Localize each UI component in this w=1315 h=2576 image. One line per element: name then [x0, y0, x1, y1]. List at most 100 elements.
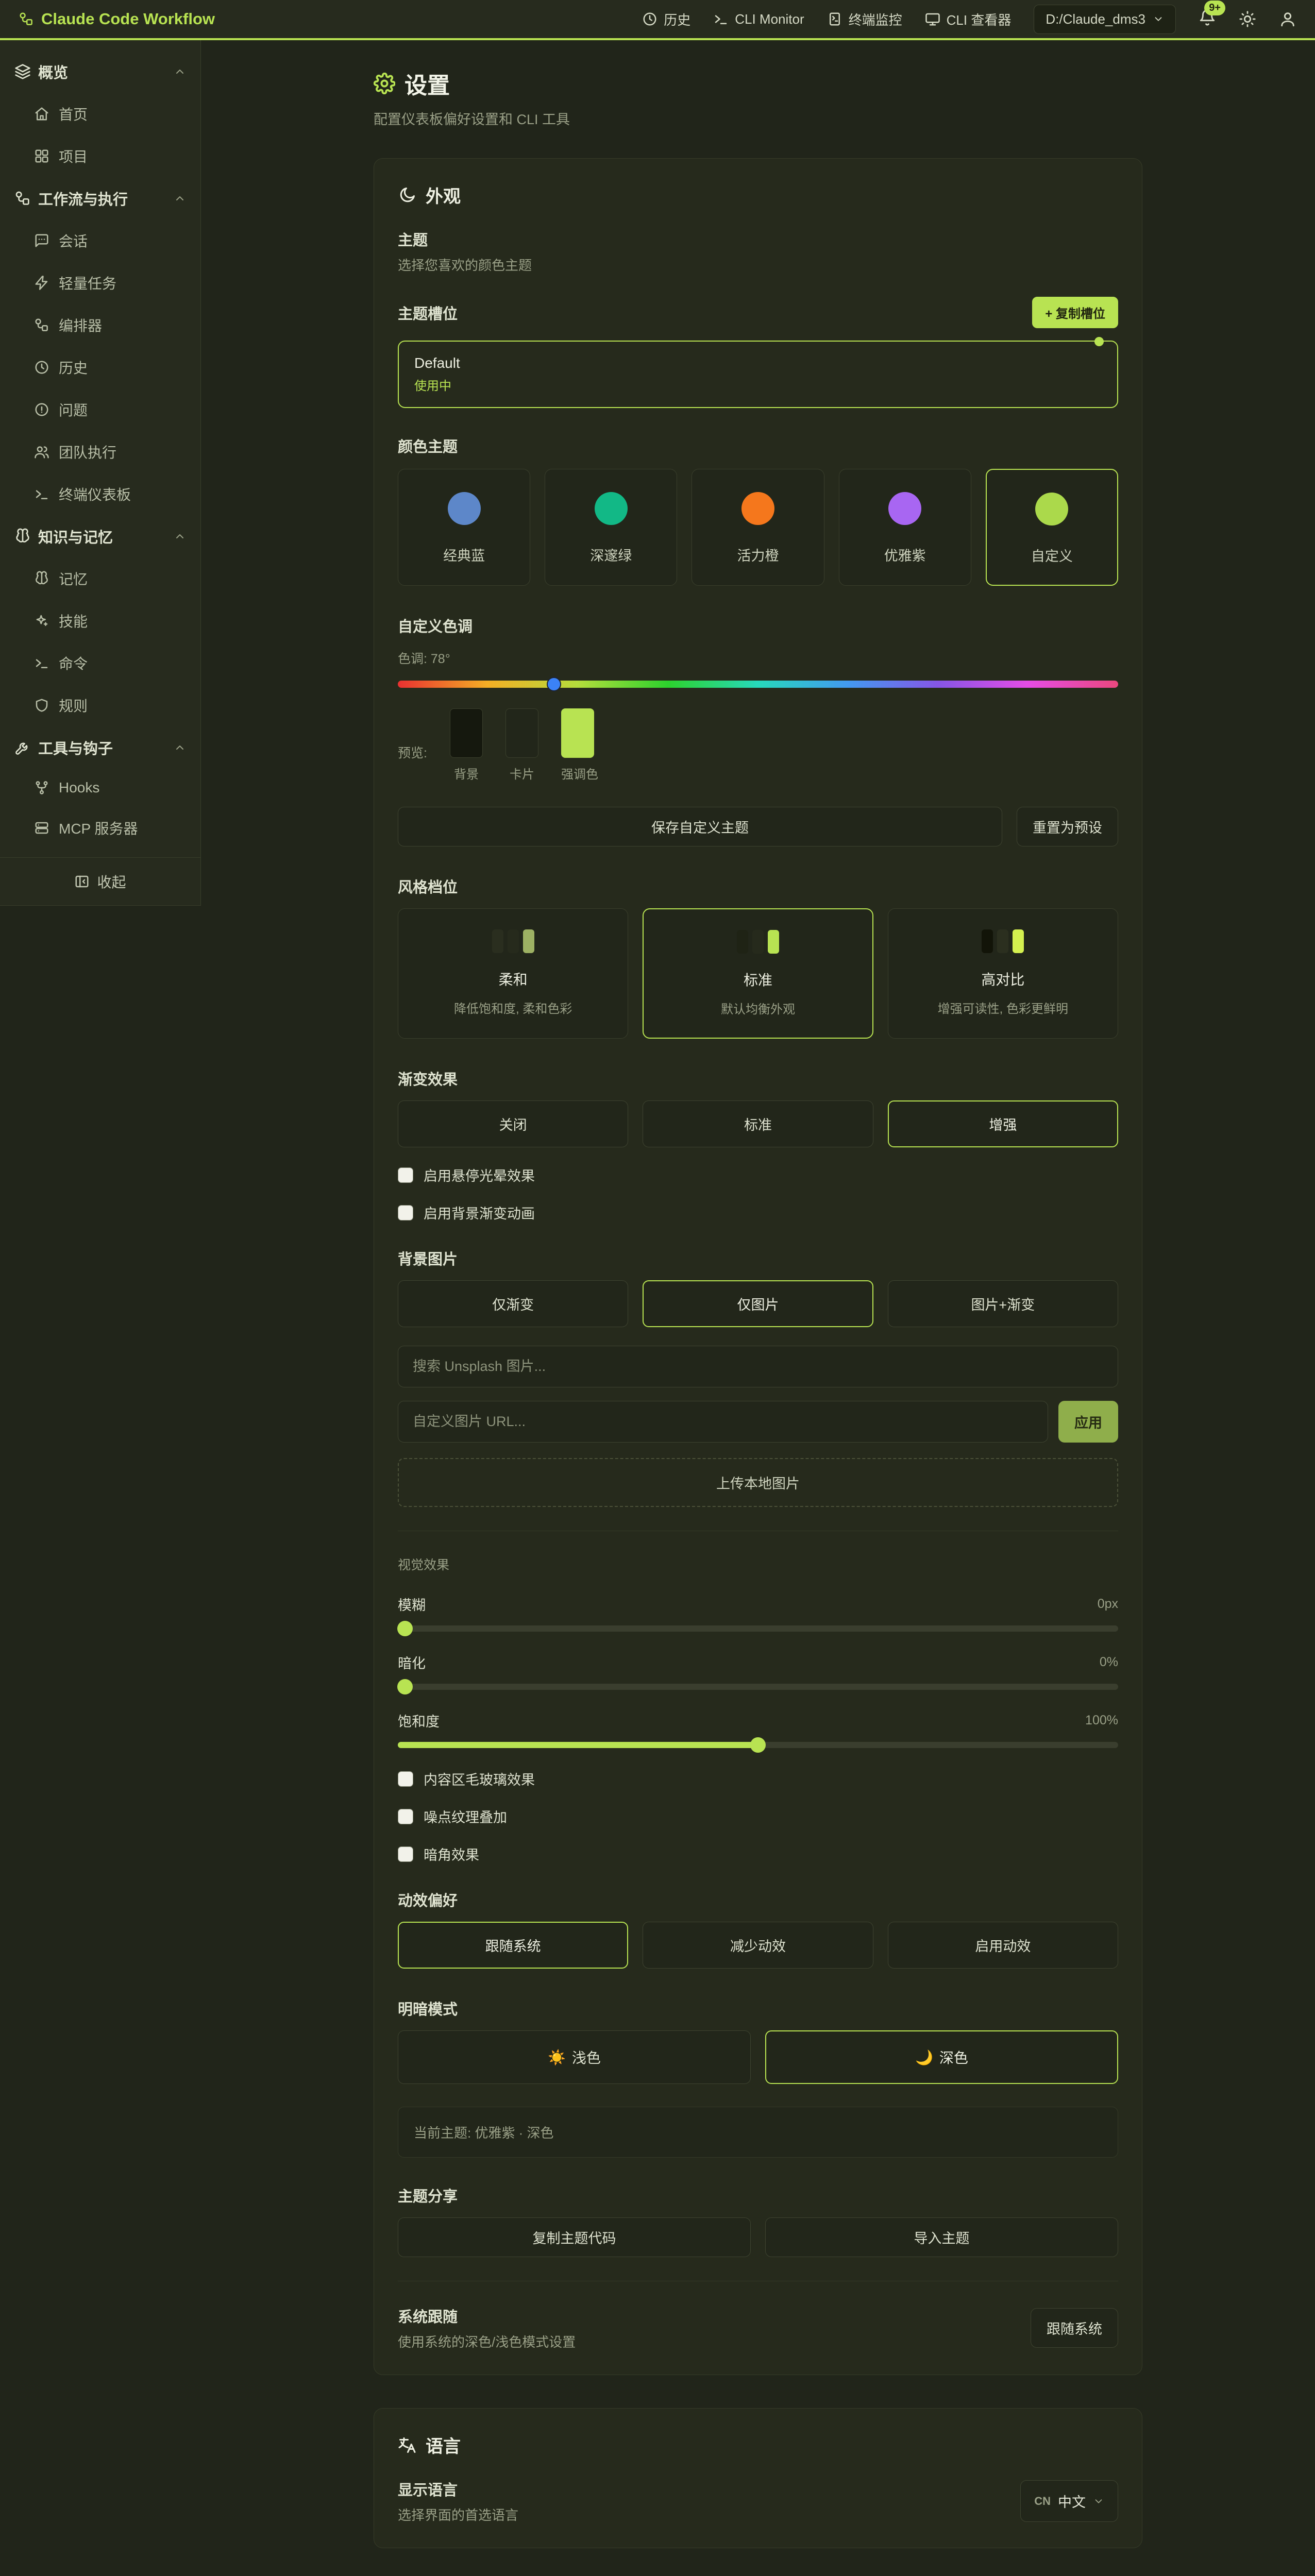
sidebar-item-orchestrator[interactable]: 编排器: [7, 304, 193, 346]
reset-preset-button[interactable]: 重置为预设: [1017, 807, 1118, 846]
app-header: Claude Code Workflow 历史 CLI Monitor 终端监控…: [0, 0, 1315, 40]
green-swatch: [595, 492, 628, 525]
sidebar-item-mcp-servers[interactable]: MCP 服务器: [7, 807, 193, 849]
sidebar-item-memory[interactable]: 记忆: [7, 557, 193, 600]
bg-animation-checkbox[interactable]: [398, 1205, 413, 1221]
chevron-down-icon: [1153, 13, 1164, 25]
sidebar-item-rules[interactable]: 规则: [7, 684, 193, 726]
page-title: 设置: [374, 67, 1142, 100]
style-standard[interactable]: 标准 默认均衡外观: [643, 908, 873, 1039]
theme-tile-deep-green[interactable]: 深邃绿: [545, 469, 677, 586]
layers-icon: [14, 63, 31, 80]
user-icon[interactable]: [1279, 10, 1296, 28]
sidebar-collapse-button[interactable]: 收起: [0, 857, 200, 905]
theme-tile-classic-blue[interactable]: 经典蓝: [398, 469, 530, 586]
home-icon: [34, 106, 49, 122]
copy-theme-code-button[interactable]: 复制主题代码: [398, 2217, 751, 2257]
sidebar-section-tools[interactable]: 工具与钩子: [7, 726, 193, 769]
vignette-checkbox-row[interactable]: 暗角效果: [398, 1844, 1118, 1864]
bg-image-only-button[interactable]: 仅图片: [643, 1280, 873, 1327]
saturation-slider[interactable]: [398, 1742, 1118, 1748]
noise-texture-checkbox[interactable]: [398, 1809, 413, 1824]
theme-tile-vibrant-orange[interactable]: 活力橙: [692, 469, 824, 586]
motion-follow-system-button[interactable]: 跟随系统: [398, 1922, 628, 1969]
terminal-icon: [34, 655, 49, 671]
unsplash-search-input[interactable]: [398, 1346, 1118, 1387]
workflow-icon: [34, 317, 49, 333]
sidebar-item-home[interactable]: 首页: [7, 93, 193, 135]
noise-texture-checkbox-row[interactable]: 噪点纹理叠加: [398, 1806, 1118, 1826]
dark-mode-button[interactable]: 🌙 深色: [765, 2030, 1118, 2084]
hover-glow-checkbox[interactable]: [398, 1167, 413, 1183]
upload-local-image-button[interactable]: 上传本地图片: [398, 1458, 1118, 1507]
users-icon: [34, 444, 49, 460]
sidebar-item-skills[interactable]: 技能: [7, 600, 193, 642]
copy-slot-button[interactable]: + 复制槽位: [1032, 297, 1118, 328]
style-soft[interactable]: 柔和 降低饱和度, 柔和色彩: [398, 908, 628, 1039]
sidebar-item-history[interactable]: 历史: [7, 346, 193, 388]
project-selector[interactable]: D:/Claude_dms3: [1034, 5, 1176, 34]
sidebar-item-team-execution[interactable]: 团队执行: [7, 431, 193, 473]
light-mode-button[interactable]: ☀️ 浅色: [398, 2030, 751, 2084]
chevron-up-icon: [174, 530, 186, 543]
hue-slider[interactable]: [398, 681, 1118, 688]
nav-cli-viewer[interactable]: CLI 查看器: [925, 10, 1011, 29]
app-title: Claude Code Workflow: [19, 10, 215, 28]
workflow-logo-icon: [19, 11, 34, 27]
apply-url-button[interactable]: 应用: [1058, 1401, 1118, 1443]
preview-card: 卡片: [505, 708, 538, 782]
theme-tile-custom[interactable]: 自定义: [986, 469, 1118, 586]
custom-image-url-input[interactable]: [398, 1401, 1048, 1443]
theme-slot-default[interactable]: Default 使用中: [398, 341, 1118, 408]
notifications-button[interactable]: 9+: [1199, 9, 1216, 30]
notification-badge: 9+: [1204, 1, 1225, 15]
chat-icon: [34, 233, 49, 248]
bg-gradient-only-button[interactable]: 仅渐变: [398, 1280, 628, 1327]
gradient-standard-button[interactable]: 标准: [643, 1100, 873, 1147]
darken-slider-thumb[interactable]: [397, 1679, 413, 1694]
chevron-down-icon: [1093, 2496, 1104, 2507]
style-high-contrast[interactable]: 高对比 增强可读性, 色彩更鲜明: [888, 908, 1118, 1039]
gradient-off-button[interactable]: 关闭: [398, 1100, 628, 1147]
sidebar-item-commands[interactable]: 命令: [7, 642, 193, 684]
blur-slider[interactable]: [398, 1625, 1118, 1632]
darken-slider[interactable]: [398, 1684, 1118, 1690]
follow-system-button[interactable]: 跟随系统: [1031, 2308, 1118, 2348]
terminal-icon: [713, 11, 729, 27]
display-language-label: 显示语言: [398, 2478, 518, 2500]
nav-cli-monitor[interactable]: CLI Monitor: [713, 11, 804, 27]
glass-effect-checkbox[interactable]: [398, 1771, 413, 1787]
glass-effect-checkbox-row[interactable]: 内容区毛玻璃效果: [398, 1769, 1118, 1789]
motion-enable-button[interactable]: 启用动效: [888, 1922, 1118, 1969]
blur-slider-thumb[interactable]: [397, 1621, 413, 1636]
sidebar-item-sessions[interactable]: 会话: [7, 219, 193, 262]
language-select[interactable]: CN 中文: [1020, 2480, 1118, 2522]
sidebar-item-terminal-dashboard[interactable]: 终端仪表板: [7, 473, 193, 515]
vignette-checkbox[interactable]: [398, 1846, 413, 1862]
theme-tile-elegant-purple[interactable]: 优雅紫: [839, 469, 971, 586]
bg-image-gradient-button[interactable]: 图片+渐变: [888, 1280, 1118, 1327]
clock-icon: [34, 360, 49, 375]
hover-glow-checkbox-row[interactable]: 启用悬停光晕效果: [398, 1165, 1118, 1185]
sidebar-item-issues[interactable]: 问题: [7, 388, 193, 431]
sidebar-section-workflow[interactable]: 工作流与执行: [7, 177, 193, 219]
nav-terminal-watch[interactable]: 终端监控: [827, 10, 902, 29]
sidebar-item-hooks[interactable]: Hooks: [7, 769, 193, 807]
nav-history[interactable]: 历史: [642, 10, 690, 29]
hue-value: 色调: 78°: [398, 649, 1118, 667]
visual-effects-label: 视觉效果: [398, 1555, 1118, 1573]
motion-reduce-button[interactable]: 减少动效: [643, 1922, 873, 1969]
chevron-up-icon: [174, 65, 186, 78]
save-custom-theme-button[interactable]: 保存自定义主题: [398, 807, 1002, 846]
sidebar-section-knowledge[interactable]: 知识与记忆: [7, 515, 193, 557]
theme-desc: 选择您喜欢的颜色主题: [398, 255, 1118, 274]
saturation-slider-thumb[interactable]: [750, 1737, 766, 1753]
sidebar-item-light-tasks[interactable]: 轻量任务: [7, 262, 193, 304]
gradient-enhanced-button[interactable]: 增强: [888, 1100, 1118, 1147]
bg-animation-checkbox-row[interactable]: 启用背景渐变动画: [398, 1202, 1118, 1223]
hue-slider-thumb[interactable]: [547, 677, 561, 691]
import-theme-button[interactable]: 导入主题: [765, 2217, 1118, 2257]
sidebar-section-overview[interactable]: 概览: [7, 50, 193, 93]
theme-toggle-sun-icon[interactable]: [1239, 10, 1256, 28]
sidebar-item-projects[interactable]: 项目: [7, 135, 193, 177]
